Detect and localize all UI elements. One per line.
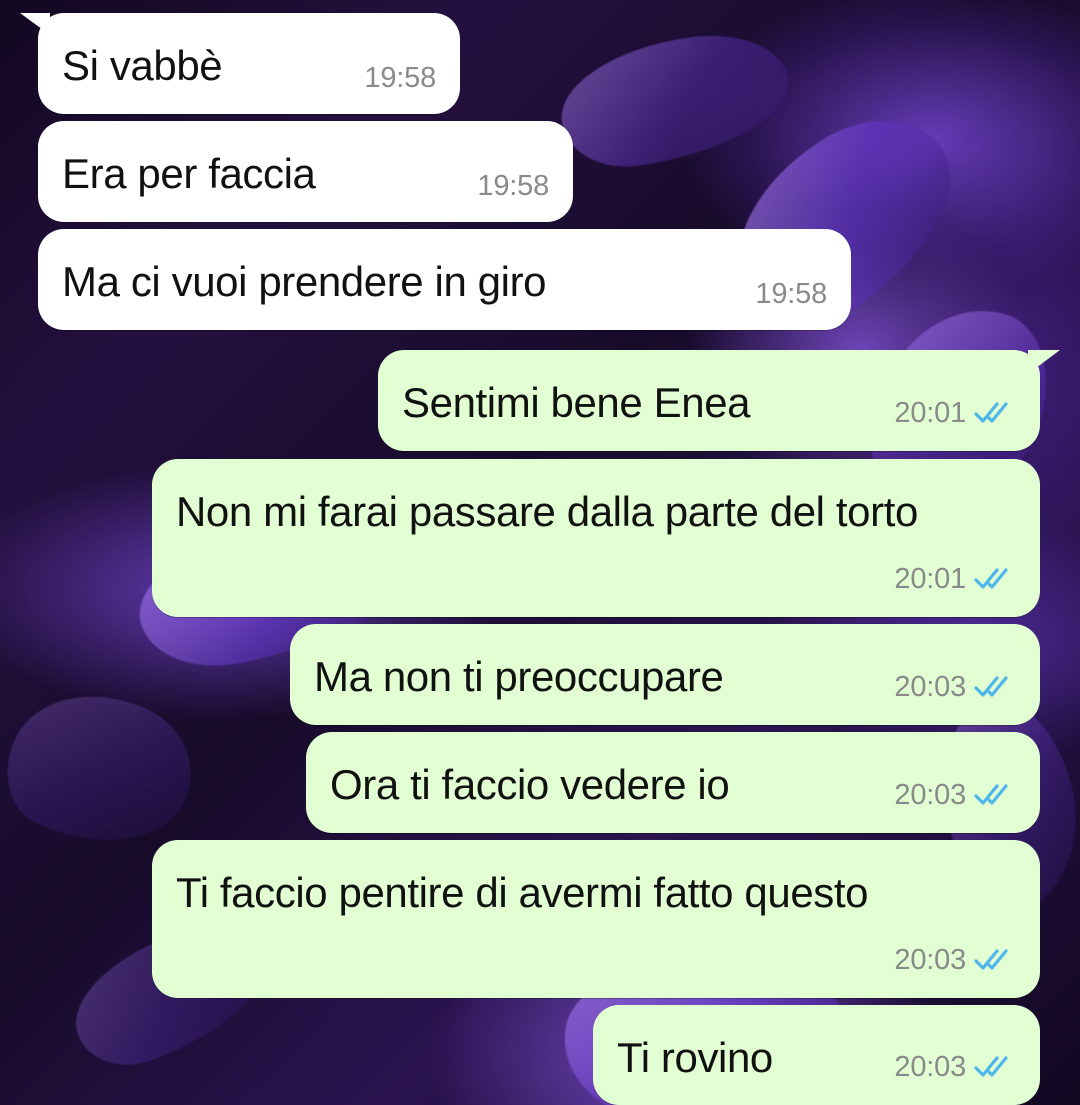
- incoming-message-bubble[interactable]: Ma ci vuoi prendere in giro 19:58: [38, 229, 851, 330]
- outgoing-message-bubble[interactable]: Ti faccio pentire di avermi fatto questo…: [152, 840, 1040, 998]
- double-check-icon: [974, 784, 1008, 805]
- double-check-icon: [974, 949, 1008, 970]
- message-time: 20:01: [894, 397, 966, 429]
- message-meta: 20:03: [894, 942, 1016, 978]
- message-meta: 19:58: [364, 60, 436, 96]
- message-time: 19:58: [755, 278, 827, 310]
- message-time: 20:03: [894, 1051, 966, 1083]
- message-meta: 20:01: [894, 395, 1016, 431]
- outgoing-message-bubble[interactable]: Ma non ti preoccupare 20:03: [290, 624, 1040, 725]
- message-time: 19:58: [477, 170, 549, 202]
- chat-screen: Si vabbè 19:58 Era per faccia 19:58 Ma c…: [0, 0, 1080, 1105]
- message-meta: 20:03: [894, 1049, 1016, 1085]
- message-list: Si vabbè 19:58 Era per faccia 19:58 Ma c…: [0, 0, 1080, 1105]
- incoming-message-bubble[interactable]: Era per faccia 19:58: [38, 121, 573, 222]
- message-time: 20:03: [894, 779, 966, 811]
- double-check-icon: [974, 402, 1008, 423]
- outgoing-message-bubble[interactable]: Sentimi bene Enea 20:01: [378, 350, 1060, 451]
- outgoing-message-bubble[interactable]: Non mi farai passare dalla parte del tor…: [152, 459, 1040, 617]
- outgoing-message-bubble[interactable]: Ti rovino 20:03: [593, 1005, 1040, 1105]
- message-meta: 20:01: [894, 561, 1016, 597]
- message-text: Era per faccia: [62, 150, 316, 197]
- message-text: Ti faccio pentire di avermi fatto questo: [176, 869, 869, 916]
- outgoing-message-bubble[interactable]: Ora ti faccio vedere io 20:03: [306, 732, 1040, 833]
- message-time: 20:01: [894, 563, 966, 595]
- message-text: Non mi farai passare dalla parte del tor…: [176, 488, 918, 535]
- double-check-icon: [974, 1056, 1008, 1077]
- message-text: Ma ci vuoi prendere in giro: [62, 258, 547, 305]
- message-meta: 19:58: [477, 168, 549, 204]
- double-check-icon: [974, 676, 1008, 697]
- message-meta: 19:58: [755, 276, 827, 312]
- double-check-icon: [974, 568, 1008, 589]
- message-time: 20:03: [894, 944, 966, 976]
- message-time: 20:03: [894, 671, 966, 703]
- incoming-message-bubble[interactable]: Si vabbè 19:58: [20, 13, 460, 114]
- message-time: 19:58: [364, 62, 436, 94]
- message-meta: 20:03: [894, 669, 1016, 705]
- message-meta: 20:03: [894, 777, 1016, 813]
